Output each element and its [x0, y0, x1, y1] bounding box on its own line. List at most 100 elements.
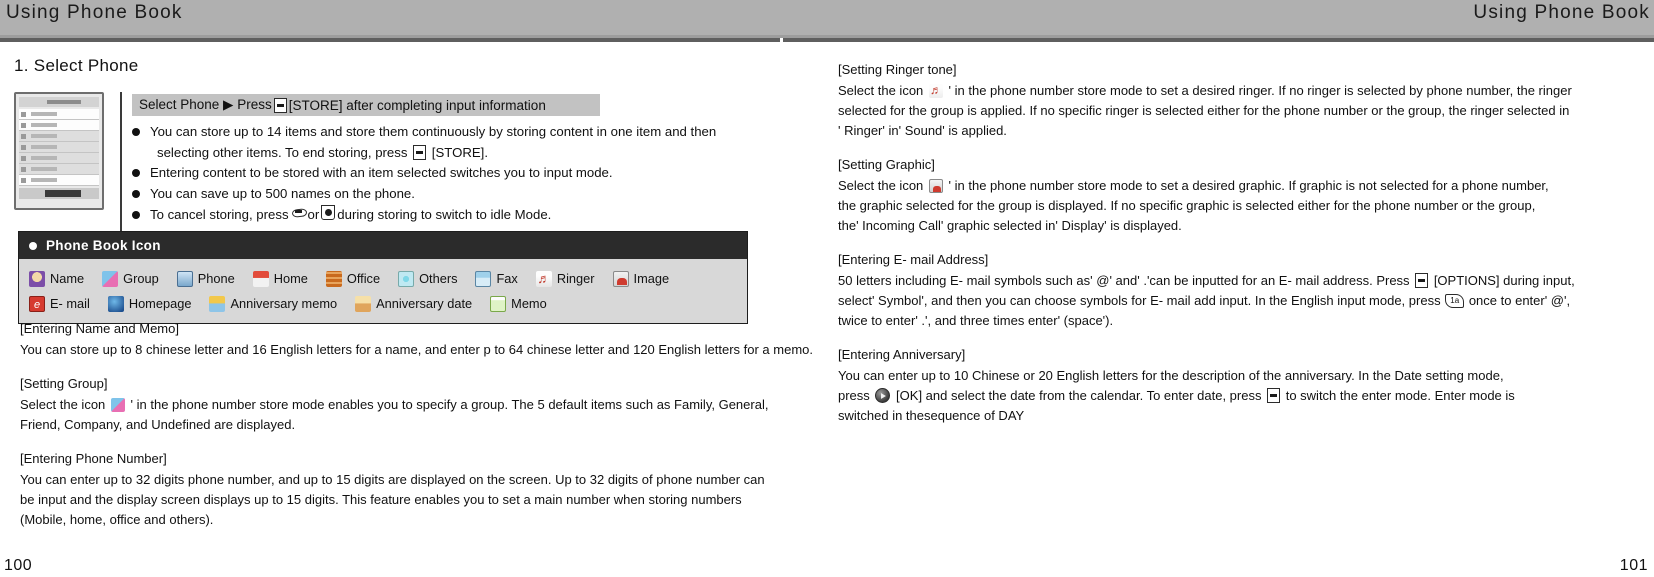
header-rule-dark-right [783, 38, 1654, 42]
header-title-left: Using Phone Book [6, 2, 183, 23]
icon-legend-item: Name [29, 270, 85, 287]
left-page-column: 1. Select Phone Select Phone ▶ Press [ST… [10, 56, 820, 527]
bullet-item: You can store up to 14 items and store t… [132, 122, 822, 142]
icon-label: Office [346, 271, 381, 286]
icon-label: Image [633, 271, 670, 286]
icon-legend-item: Office [325, 270, 381, 287]
paragraph-heading: [Setting Group] [20, 376, 108, 391]
paragraph-line-with-icon: Select the icon ♬ ' in the phone number … [838, 81, 1654, 101]
paragraph-block-setting-group: [Setting Group] Select the icon ' in the… [20, 376, 830, 435]
phone-book-icon-title: Phone Book Icon [46, 238, 161, 253]
paragraph-line-with-icon: 50 letters including E- mail symbols suc… [838, 271, 1654, 291]
phone-list-row [19, 120, 99, 131]
instruction-banner-post: [STORE] after completing input informati… [288, 97, 546, 113]
instruction-banner: Select Phone ▶ Press [STORE] after compl… [132, 94, 600, 116]
paragraph-line-pre: Select the icon [20, 397, 106, 412]
paragraph-line-mid: [OK] and select the date from the calend… [896, 388, 1262, 403]
icon-legend-item: Group [102, 270, 159, 287]
paragraph-line-with-icon: select' Symbol', and then you can choose… [838, 291, 1654, 311]
icon-label: Name [50, 271, 85, 286]
header-bullet-icon [29, 241, 37, 250]
icon-label: E- mail [50, 296, 90, 311]
image-icon [928, 179, 943, 193]
end-key-icon [291, 205, 306, 219]
phone-list-row [19, 109, 99, 120]
bullet-text: You can save up to 500 names on the phon… [150, 186, 415, 201]
paragraph-block-setting-ringer-tone: [Setting Ringer tone] Select the icon ♬ … [838, 62, 1654, 141]
icon-label: Others [419, 271, 458, 286]
icon-row-2: e E- mail Homepage Anniversary memo Anni… [29, 291, 741, 316]
office-icon [325, 270, 342, 287]
paragraph-line-post: ' in the phone number store mode to set … [948, 83, 1572, 98]
paragraph-line: be input and the display screen displays… [20, 492, 742, 507]
paragraph-line-post: ' in the phone number store mode enables… [130, 397, 769, 412]
bullet-item: To cancel storing, press or during stori… [132, 205, 822, 225]
paragraph-block-entering-email-address: [Entering E- mail Address] 50 letters in… [838, 252, 1654, 331]
paragraph-line: Friend, Company, and Undefined are displ… [20, 417, 296, 432]
bullet-dot-icon [132, 190, 140, 198]
phone-list-row [19, 142, 99, 153]
ok-key-icon [875, 388, 891, 403]
paragraph-block-entering-anniversary: [Entering Anniversary] You can enter up … [838, 347, 1654, 426]
fax-icon [475, 270, 492, 287]
phone-list-row [19, 175, 99, 186]
bullet-continuation-pre: selecting other items. To end storing, p… [157, 145, 408, 160]
vertical-divider [120, 92, 122, 252]
bullet-item: You can save up to 500 names on the phon… [132, 184, 822, 204]
phone-statusbar [19, 97, 99, 107]
store-key-icon [273, 97, 287, 113]
paragraph-line-post: to switch the enter mode. Enter mode is [1285, 388, 1515, 403]
bullet-dot-icon [132, 128, 140, 136]
power-key-icon [321, 205, 336, 220]
paragraph-line-with-icon: press [OK] and select the date from the … [838, 386, 1654, 406]
icon-label: Fax [496, 271, 518, 286]
icon-row-1: Name Group Phone Home Office Others Fax … [29, 266, 741, 291]
instruction-banner-pre: Select Phone ▶ Press [139, 97, 272, 112]
store-key-icon [1415, 273, 1429, 288]
phone-book-icon-body: Name Group Phone Home Office Others Fax … [19, 259, 747, 323]
paragraph-line: the graphic selected for the group is di… [838, 198, 1536, 213]
section-heading: 1. Select Phone [14, 56, 139, 75]
paragraph-line: (Mobile, home, office and others). [20, 512, 214, 527]
paragraph-line: ' Ringer' in' Sound' is applied. [838, 123, 1007, 138]
anniversary-date-icon [355, 295, 372, 312]
homepage-icon [107, 295, 124, 312]
paragraph-line: the' Incoming Call' graphic selected in'… [838, 218, 1182, 233]
icon-label: Home [273, 271, 308, 286]
paragraph-line: You can enter up to 10 Chinese or 20 Eng… [838, 368, 1504, 383]
icon-label: Group [123, 271, 159, 286]
manual-page: Using Phone Book Using Phone Book 1. Sel… [0, 0, 1654, 577]
icon-label: Memo [511, 296, 547, 311]
paragraph-block-entering-name-memo: [Entering Name and Memo] You can store u… [20, 321, 830, 360]
paragraph-line: selected for the group is applied. If no… [838, 103, 1570, 118]
icon-label: Ringer [556, 271, 595, 286]
icon-legend-item: Image [612, 270, 670, 287]
icon-label: Anniversary memo [230, 296, 338, 311]
phone-screenshot-image [14, 92, 104, 210]
page-number-right: 101 [1619, 557, 1648, 574]
paragraph-line-with-icon: Select the icon ' in the phone number st… [20, 395, 830, 415]
paragraph-heading: [Entering E- mail Address] [838, 252, 989, 267]
paragraph-heading: [Entering Anniversary] [838, 347, 966, 362]
store-key-icon [413, 145, 427, 160]
icon-legend-item: Fax [475, 270, 518, 287]
header-title-right: Using Phone Book [1473, 2, 1650, 23]
paragraph-line-post: once to enter' @', [1468, 293, 1571, 308]
icon-legend-item: e E- mail [29, 295, 90, 312]
paragraph-line: twice to enter' .', and three times ente… [838, 313, 1114, 328]
bullet-text: Entering content to be stored with an it… [150, 165, 613, 180]
icon-label: Homepage [128, 296, 192, 311]
bullet-text-mid: or [307, 207, 320, 222]
email-icon: e [29, 295, 45, 312]
phone-list-row [19, 131, 99, 142]
icon-label: Phone [197, 271, 235, 286]
paragraph-line: You can store up to 8 chinese letter and… [20, 342, 813, 357]
group-icon [102, 270, 119, 287]
phone-icon [176, 270, 193, 287]
bullet-text-post: during storing to switch to idle Mode. [337, 207, 552, 222]
page-number-left: 100 [4, 557, 33, 574]
paragraph-heading: [Entering Name and Memo] [20, 321, 179, 336]
others-icon [398, 270, 415, 287]
icon-legend-item: Others [398, 270, 458, 287]
paragraph-line-post: [OPTIONS] during input, [1433, 273, 1575, 288]
